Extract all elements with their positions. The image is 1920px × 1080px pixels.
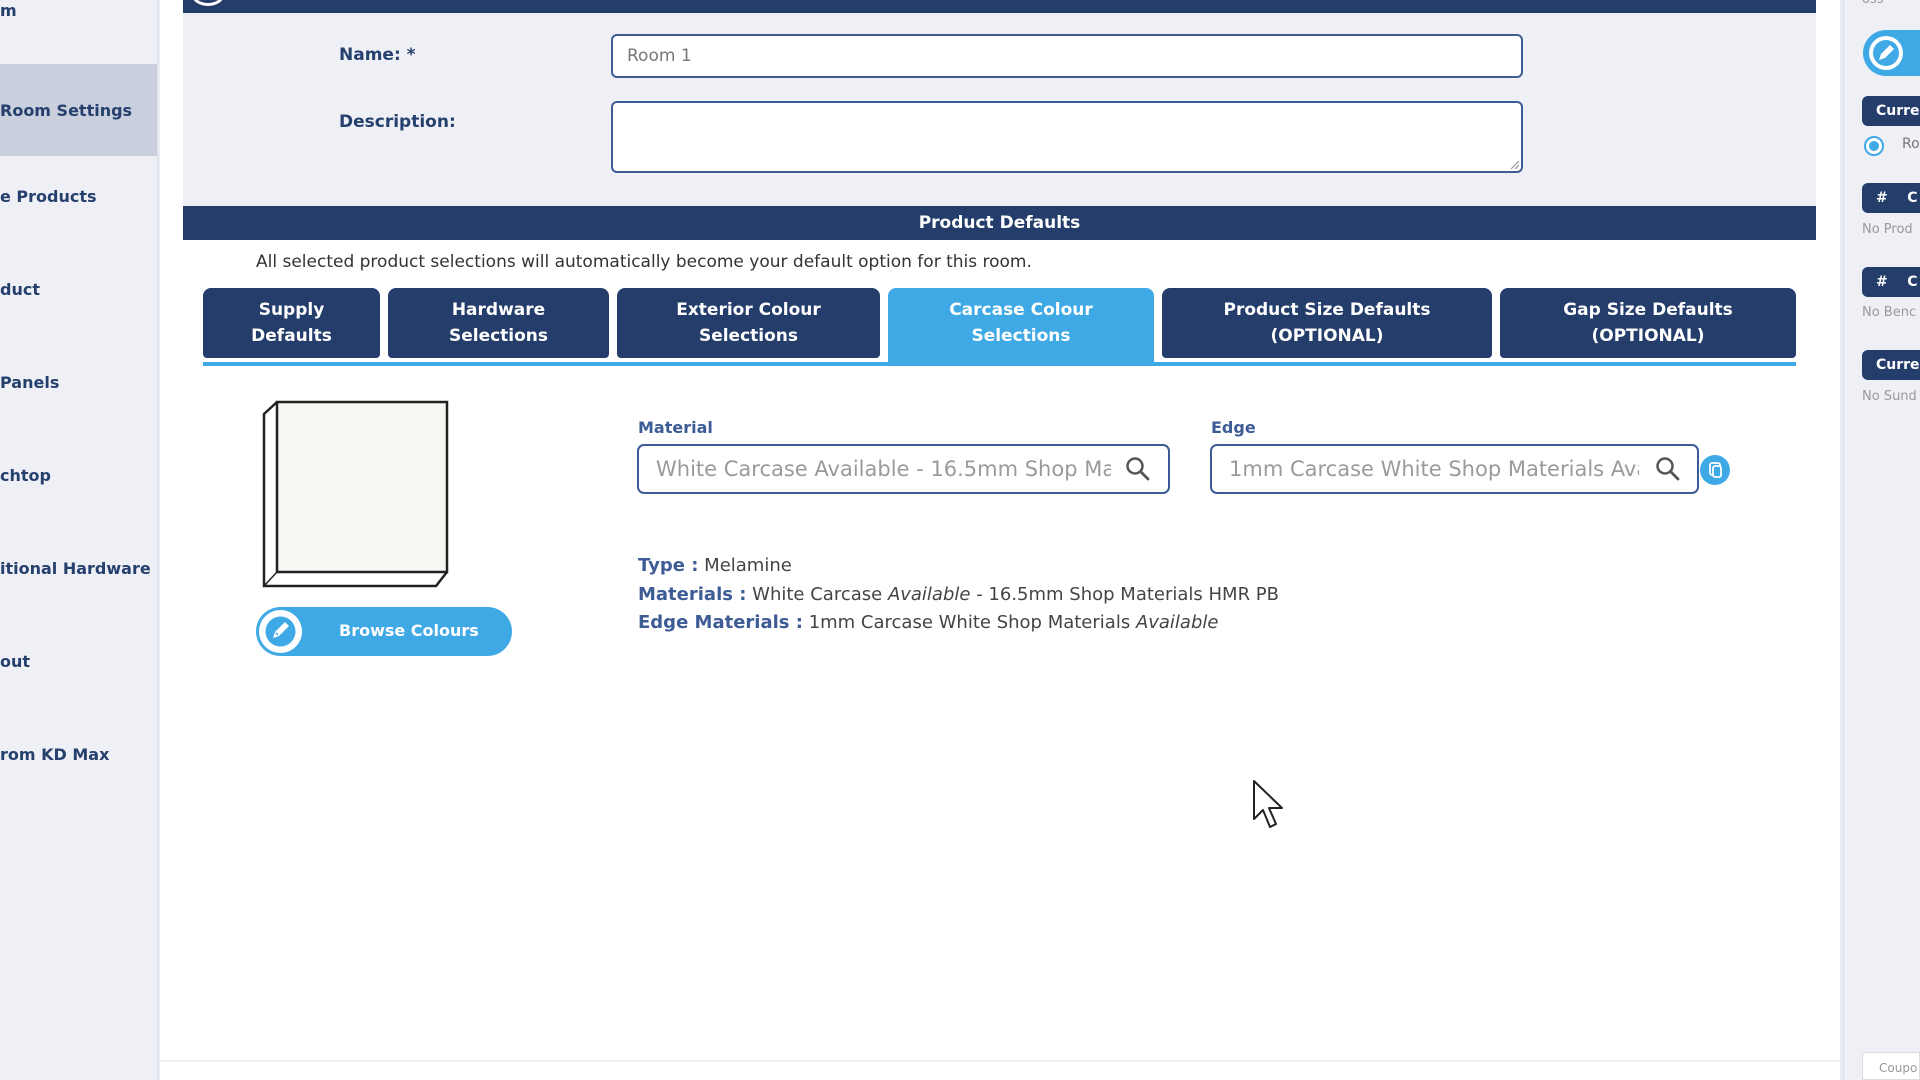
material-label: Material — [638, 418, 713, 437]
search-icon[interactable] — [1125, 456, 1151, 482]
tab-carcase-colour-selections[interactable]: Carcase Colour Selections — [888, 288, 1154, 366]
current-room-tag: Curre — [1862, 96, 1920, 126]
edge-label: Edge — [1211, 418, 1256, 437]
sidebar-item-label: m — [0, 0, 17, 20]
sidebar-item-label: duct — [0, 279, 40, 299]
tab-label-line2: Selections — [448, 326, 549, 346]
tab-label-line2: Defaults — [251, 326, 332, 346]
sidebar-item-label: out — [0, 651, 31, 671]
edge-materials-info: Edge Materials : 1mm Carcase White Shop … — [638, 612, 1218, 633]
description-label: Description: — [339, 112, 456, 132]
coupon-input[interactable]: Coupo — [1862, 1052, 1920, 1080]
materials-value-3: - 16.5mm Shop Materials HMR PB — [976, 584, 1280, 605]
resize-handle-icon[interactable] — [1509, 159, 1519, 169]
radio-dot — [1869, 141, 1879, 151]
main-bottom-divider — [160, 1060, 1840, 1062]
sidebar-item-label: Panels — [0, 372, 60, 392]
materials-value-2: Available — [887, 584, 971, 605]
tab-label-line2: (OPTIONAL) — [1591, 326, 1705, 346]
hash-column: # — [1876, 274, 1888, 290]
materials-label: Materials : — [638, 584, 747, 605]
bench-table-header: # C — [1862, 267, 1920, 297]
sidebar-item-label: Room Settings — [0, 100, 133, 120]
tab-label-line2: (OPTIONAL) — [1270, 326, 1384, 346]
name-input[interactable]: Room 1 — [611, 34, 1523, 78]
mouse-cursor-icon — [1253, 780, 1283, 828]
material-value: White Carcase Available - 16.5mm Shop Ma… — [656, 457, 1111, 481]
browse-colours-label: Browse Colours — [339, 621, 479, 640]
edge-materials-value-1: 1mm Carcase White Shop Materials — [808, 612, 1131, 633]
tab-label-line1: Product Size Defaults — [1223, 300, 1431, 320]
sidebar-item-room-settings[interactable]: Room Settings — [0, 64, 157, 156]
product-defaults-note: All selected product selections will aut… — [256, 252, 1032, 272]
product-defaults-header: Product Defaults — [183, 206, 1816, 240]
sidebar-item-products[interactable]: e Products — [0, 150, 157, 242]
material-search-input[interactable]: White Carcase Available - 16.5mm Shop Ma… — [637, 444, 1170, 494]
tab-label-line1: Exterior Colour — [676, 300, 821, 320]
room-header-bar — [183, 0, 1816, 13]
sidebar-item-import-kd-max[interactable]: rom KD Max — [0, 708, 157, 800]
edge-materials-label: Edge Materials : — [638, 612, 803, 633]
tab-label-line2: Selections — [971, 326, 1071, 346]
products-table-header: # C — [1862, 183, 1920, 213]
column-letter: C — [1907, 190, 1918, 206]
tab-label-line1: Hardware — [451, 300, 546, 320]
edge-materials-value-2: Available — [1135, 612, 1219, 633]
tab-label-line2: Selections — [698, 326, 799, 346]
tab-exterior-colour-selections[interactable]: Exterior Colour Selections — [617, 288, 880, 358]
tab-underline — [203, 362, 1796, 366]
tab-supply-defaults[interactable]: Supply Defaults — [203, 288, 380, 358]
sidebar-item-label: e Products — [0, 186, 97, 206]
tab-label-line1: Supply — [258, 300, 325, 320]
edit-button[interactable] — [1863, 30, 1920, 76]
name-label: Name: * — [339, 45, 416, 65]
sidebar-item-label: rom KD Max — [0, 744, 110, 764]
no-products-text: No Prod — [1862, 222, 1913, 237]
tab-label-line1: Carcase Colour — [949, 300, 1093, 320]
tab-gap-size-defaults[interactable]: Gap Size Defaults (OPTIONAL) — [1500, 288, 1796, 358]
type-label: Type : — [638, 555, 699, 576]
pencil-icon — [259, 610, 302, 653]
current-sundries-tag: Curre — [1862, 350, 1920, 380]
sidebar: m Room Settings e Products duct Panels c… — [0, 0, 158, 1080]
tab-product-size-defaults[interactable]: Product Size Defaults (OPTIONAL) — [1162, 288, 1492, 358]
browse-colours-button[interactable]: Browse Colours — [256, 607, 512, 656]
sidebar-item-product[interactable]: duct — [0, 243, 157, 335]
hash-column: # — [1876, 190, 1888, 206]
right-panel — [1843, 0, 1920, 1080]
sidebar-item-additional-hardware[interactable]: itional Hardware — [0, 522, 157, 614]
tab-label-line1: Gap Size Defaults — [1563, 300, 1733, 320]
right-panel-top-label: oss — [1862, 0, 1884, 7]
materials-value-1: White Carcase — [752, 584, 883, 605]
carcase-swatch-preview — [262, 400, 449, 588]
description-textarea[interactable] — [611, 101, 1523, 173]
edge-search-input[interactable]: 1mm Carcase White Shop Materials Availab… — [1210, 444, 1699, 494]
materials-info: Materials : White Carcase Available - 16… — [638, 584, 1279, 605]
tab-hardware-selections[interactable]: Hardware Selections — [388, 288, 609, 358]
room-radio-label: Ro — [1902, 136, 1920, 152]
sidebar-item-panels[interactable]: Panels — [0, 336, 157, 428]
edge-value: 1mm Carcase White Shop Materials Availab… — [1229, 457, 1639, 481]
type-info: Type : Melamine — [638, 555, 792, 576]
sidebar-item-layout[interactable]: out — [0, 615, 157, 707]
room-radio[interactable] — [1864, 136, 1884, 156]
sidebar-item-benchtop[interactable]: chtop — [0, 429, 157, 521]
copy-icon[interactable] — [1699, 454, 1731, 486]
sidebar-item-label: itional Hardware — [0, 558, 151, 578]
type-value: Melamine — [704, 555, 792, 576]
sidebar-item-room[interactable]: m — [0, 0, 157, 56]
no-benchtops-text: No Benc — [1862, 305, 1917, 320]
no-sundries-text: No Sund — [1862, 389, 1917, 404]
sidebar-item-label: chtop — [0, 465, 51, 485]
pencil-icon — [1869, 36, 1903, 70]
search-icon[interactable] — [1655, 456, 1681, 482]
column-letter: C — [1907, 274, 1918, 290]
